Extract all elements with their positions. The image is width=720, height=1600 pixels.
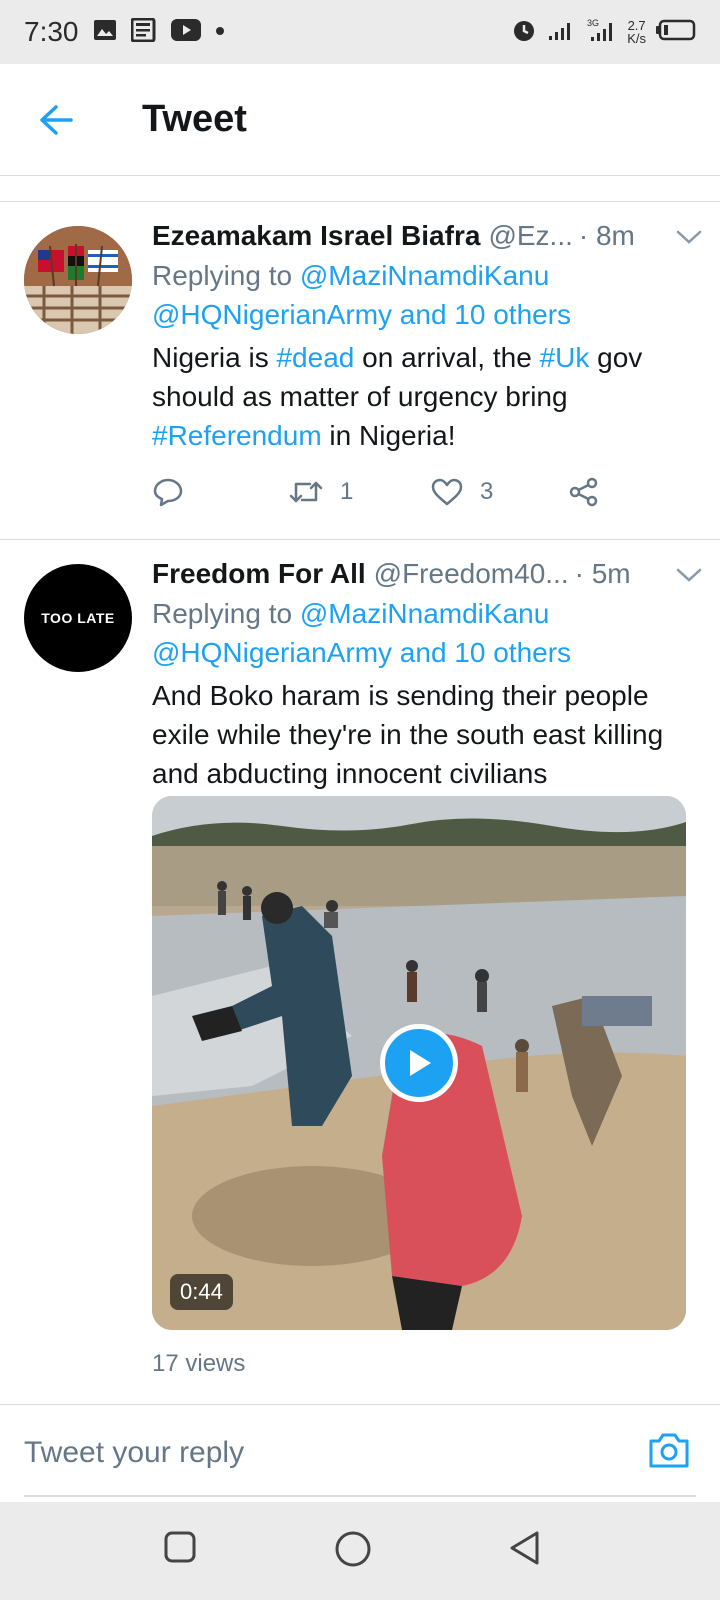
home-button[interactable] [334, 1530, 372, 1573]
reply-button[interactable] [152, 476, 184, 508]
signal-icon [547, 18, 577, 47]
hashtag-link[interactable]: #Uk [540, 342, 590, 373]
replying-prefix: Replying to [152, 598, 300, 629]
play-button[interactable] [380, 1024, 458, 1102]
video-duration: 0:44 [170, 1274, 233, 1310]
mention-link[interactable]: @MaziNnamdiKanu [300, 598, 549, 629]
svg-text:3G: 3G [587, 18, 599, 28]
net-speed-unit: K/s [627, 31, 646, 46]
tweet-body: Ezeamakam Israel Biafra @Ez... · 8m Repl… [152, 216, 702, 455]
divider [0, 176, 720, 202]
page-title: Tweet [142, 98, 247, 140]
recents-button[interactable] [163, 1530, 197, 1569]
like-count: 3 [480, 478, 494, 505]
share-icon [569, 477, 598, 507]
heart-icon [431, 478, 463, 506]
mention-others-link[interactable]: @HQNigerianArmy and 10 others [152, 637, 571, 668]
hashtag-link[interactable]: #Referendum [152, 420, 322, 451]
tweet-author-handle[interactable]: @Ez... [488, 216, 572, 256]
tweet-body: Freedom For All @Freedom40... · 5m Reply… [152, 554, 702, 793]
tweet-timestamp: · 5m [574, 558, 631, 589]
tweet-text: Nigeria is #dead on arrival, the #Uk gov… [152, 338, 702, 455]
tweet-author-handle[interactable]: @Freedom40... [374, 554, 569, 594]
tweet-timestamp: · 8m [578, 220, 635, 251]
video-player[interactable]: 0:44 [152, 796, 686, 1330]
retweet-icon [289, 481, 323, 503]
like-button[interactable]: 3 [430, 477, 493, 507]
tweet-text: And Boko haram is sending their people e… [152, 680, 664, 789]
signal-3g-icon: 3G [587, 17, 617, 48]
battery-icon [656, 19, 696, 46]
back-nav-button[interactable] [508, 1530, 542, 1571]
replying-prefix: Replying to [152, 260, 300, 291]
tweet-author-name[interactable]: Freedom For All [152, 554, 366, 594]
comment-icon [153, 478, 183, 507]
retweet-count: 1 [340, 478, 354, 505]
net-speed: 2.7 K/s [627, 19, 646, 45]
news-icon [130, 17, 157, 47]
avatar[interactable]: TOO LATE [24, 564, 132, 672]
youtube-icon [170, 18, 201, 46]
chevron-down-icon [676, 568, 702, 582]
avatar-text: TOO LATE [41, 610, 115, 626]
retweet-button[interactable]: 1 [288, 477, 353, 507]
system-nav-bar [0, 1502, 720, 1600]
image-icon [93, 19, 117, 46]
home-circle-icon [335, 1531, 371, 1567]
chevron-down-icon [676, 230, 702, 244]
view-count: 17 views [152, 1350, 246, 1377]
text-segment: in Nigeria! [321, 420, 456, 451]
tweet-item[interactable]: TOO LATE Freedom For All @Freedom40... ·… [0, 540, 720, 1404]
reply-underline [24, 1495, 696, 1497]
status-time: 7:30 [24, 16, 79, 47]
text-segment: Nigeria is [152, 342, 277, 373]
tweet-header: Freedom For All @Freedom40... · 5m [152, 554, 702, 594]
mention-link[interactable]: @MaziNnamdiKanu [300, 260, 549, 291]
share-button[interactable] [568, 476, 600, 508]
recents-square-icon [164, 1531, 196, 1563]
hashtag-link[interactable]: #dead [276, 342, 354, 373]
reply-composer [0, 1404, 720, 1502]
tweet-item[interactable]: Ezeamakam Israel Biafra @Ez... · 8m Repl… [0, 202, 720, 540]
arrow-left-icon [40, 104, 73, 135]
camera-button[interactable] [648, 1431, 690, 1474]
replying-to: Replying to @MaziNnamdiKanu @HQNigerianA… [152, 594, 702, 672]
back-button[interactable] [26, 90, 86, 150]
tweet-header: Ezeamakam Israel Biafra @Ez... · 8m [152, 216, 702, 256]
status-bar: 7:30 3G 2.7 K/s [0, 0, 720, 64]
tweet-author-name[interactable]: Ezeamakam Israel Biafra [152, 216, 480, 256]
avatar[interactable] [24, 226, 132, 334]
app-header: Tweet [0, 64, 720, 176]
tweet-menu-button[interactable] [656, 216, 702, 256]
alarm-icon [511, 17, 537, 48]
replying-to: Replying to @MaziNnamdiKanu @HQNigerianA… [152, 256, 702, 334]
mention-others-link[interactable]: @HQNigerianArmy and 10 others [152, 299, 571, 330]
dot-icon [215, 23, 225, 41]
camera-icon [649, 1433, 689, 1468]
reply-input[interactable] [24, 1405, 584, 1501]
back-triangle-icon [510, 1531, 539, 1565]
play-icon [410, 1050, 431, 1076]
tweet-menu-button[interactable] [656, 554, 702, 594]
tweet-actions: 1 3 [152, 472, 652, 512]
text-segment: on arrival, the [354, 342, 540, 373]
